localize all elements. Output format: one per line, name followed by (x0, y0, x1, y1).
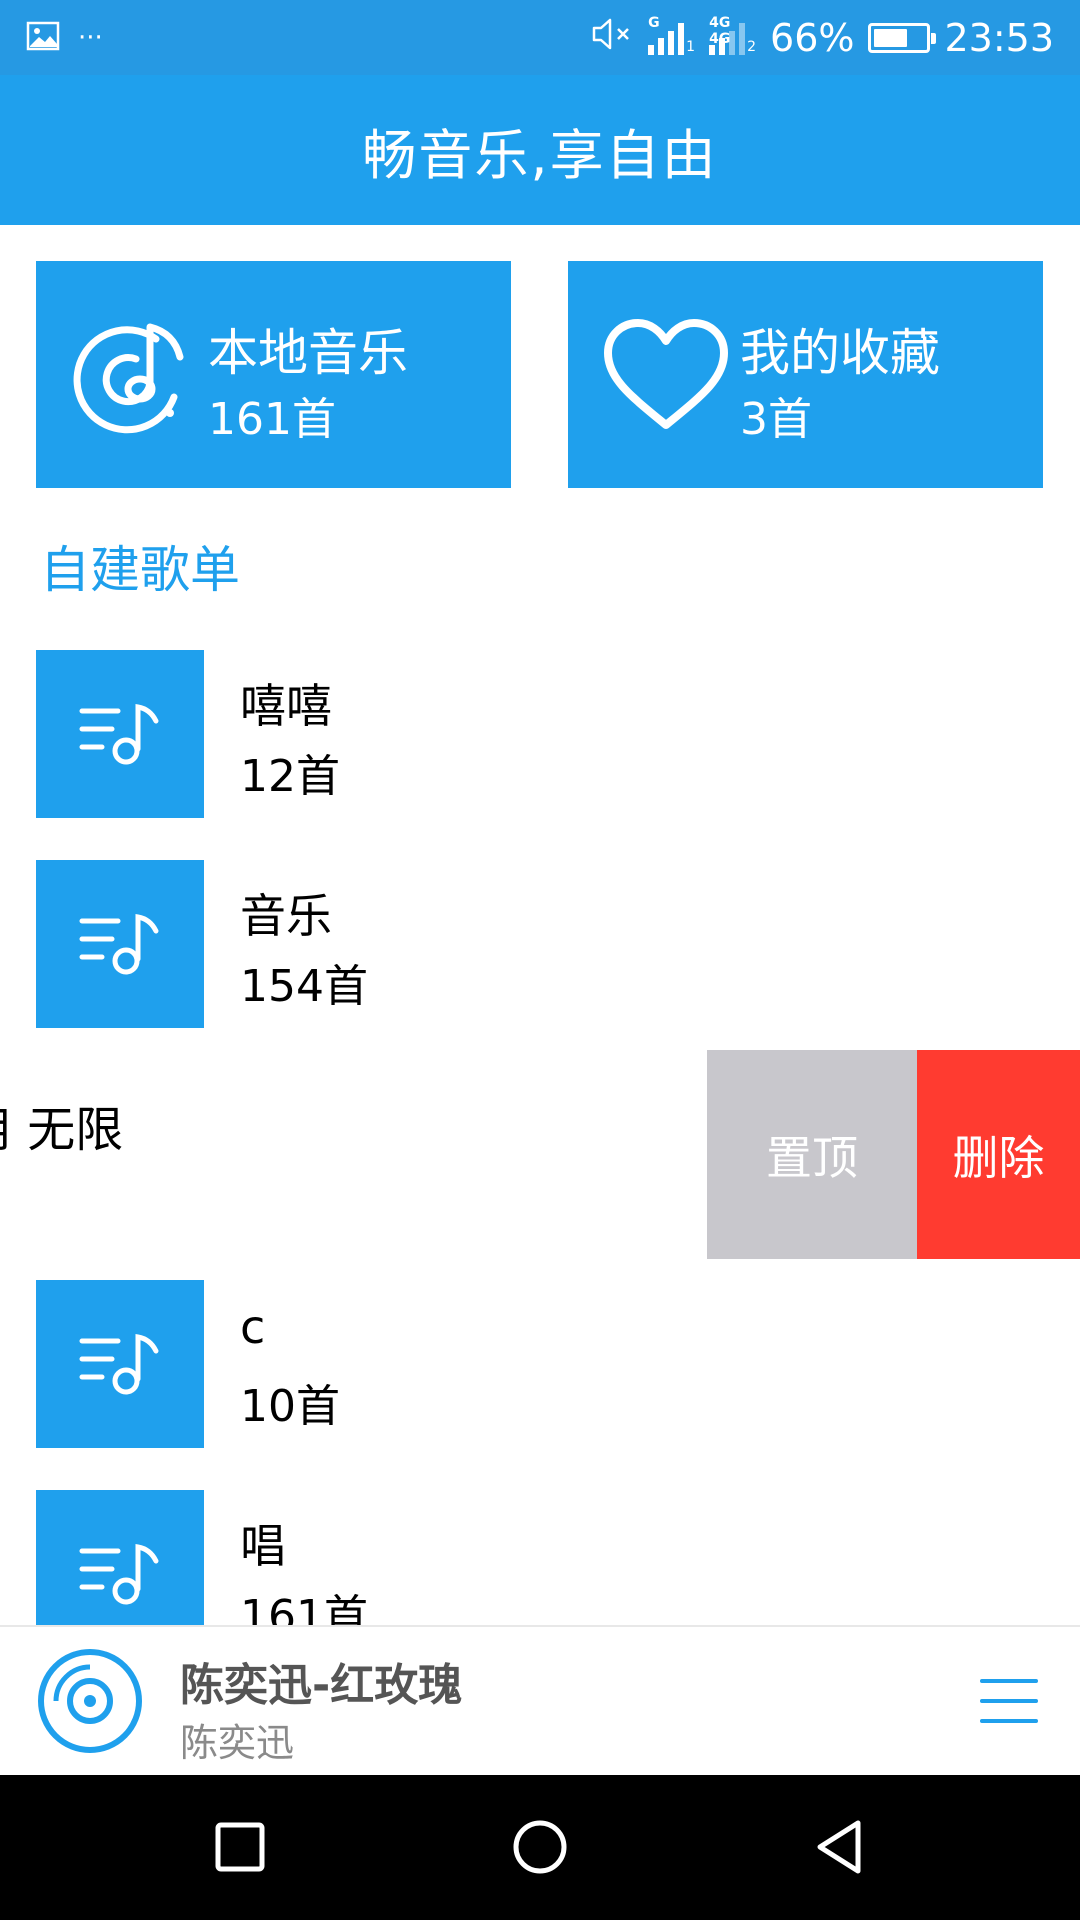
clock: 23:53 (944, 16, 1054, 60)
playlist-icon (36, 1280, 204, 1448)
local-music-count: 161首 (208, 394, 336, 445)
now-playing-title: 陈奕迅-红玫瑰 (180, 1660, 463, 1711)
playlist-count: 12首 (240, 751, 340, 802)
playlist-name: 嘻嘻 (240, 679, 332, 733)
system-nav-bar (0, 1775, 1080, 1920)
app-bar: 畅音乐,享自由 (0, 75, 1080, 225)
playlist-name: 音乐 (240, 889, 332, 943)
signal-sim2-icon: 4G 4G 2 (709, 15, 757, 55)
playlist-row-swiped[interactable]: 用 无限 置顶 删除 (0, 1050, 1080, 1259)
battery-icon (868, 23, 937, 53)
gallery-icon (26, 21, 60, 55)
playlist-count: 10首 (240, 1381, 340, 1432)
custom-playlists-heading: 自建歌单 (40, 541, 240, 599)
playlist-icon (36, 1490, 204, 1625)
playlist-icon (36, 860, 204, 1028)
album-disc-icon[interactable] (36, 1647, 144, 1755)
local-music-card[interactable]: 本地音乐 161首 (36, 261, 511, 488)
pin-to-top-button[interactable]: 置顶 (707, 1050, 917, 1259)
home-icon[interactable] (510, 1817, 570, 1877)
mute-icon (590, 16, 634, 61)
favorites-count: 3首 (740, 394, 812, 445)
playlist-name: 唱 (240, 1519, 286, 1573)
playlist-icon (36, 650, 204, 818)
favorites-title: 我的收藏 (740, 324, 940, 382)
status-bar: ··· G 1 4G 4G 2 66% 23:53 (0, 0, 1080, 75)
music-disc-icon (70, 313, 198, 441)
playlist-count: 154首 (240, 961, 368, 1012)
playlist-menu-icon[interactable] (980, 1679, 1038, 1723)
now-playing-artist: 陈奕迅 (180, 1721, 295, 1765)
delete-button[interactable]: 删除 (917, 1050, 1080, 1259)
app-title: 畅音乐,享自由 (362, 123, 718, 187)
signal-sim1-icon: G 1 (648, 15, 696, 55)
playlist-name: c (240, 1300, 266, 1354)
back-icon[interactable] (810, 1817, 870, 1877)
more-notifications-icon: ··· (78, 23, 103, 53)
heart-icon (602, 313, 730, 441)
playlist-name-partial: 用 无限 (0, 1102, 124, 1158)
playlist-row[interactable]: 唱 161首 (0, 1480, 1080, 1625)
playlist-row[interactable]: 音乐 154首 (0, 850, 1080, 1060)
playlist-count: 161首 (240, 1591, 368, 1625)
playlist-row[interactable]: 嘻嘻 12首 (0, 640, 1080, 850)
battery-percent: 66% (770, 16, 855, 60)
favorites-card[interactable]: 我的收藏 3首 (568, 261, 1043, 488)
playlist-row[interactable]: c 10首 (0, 1270, 1080, 1480)
mini-player[interactable]: 陈奕迅-红玫瑰 陈奕迅 (0, 1625, 1080, 1775)
recent-apps-icon[interactable] (210, 1817, 270, 1877)
local-music-title: 本地音乐 (208, 324, 408, 382)
